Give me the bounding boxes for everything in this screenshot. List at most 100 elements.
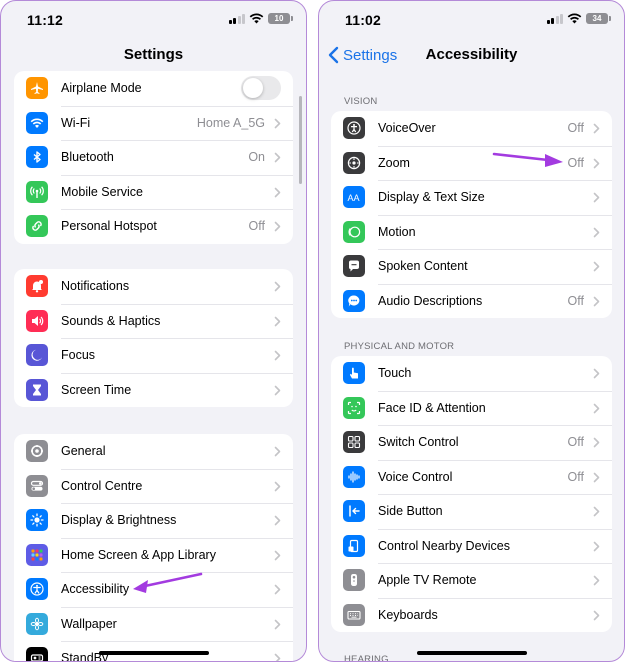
row-label: Airplane Mode — [61, 81, 142, 96]
row-label: Keyboards — [378, 607, 438, 622]
row-focus[interactable]: Focus — [14, 338, 293, 373]
row-display-and-brightness[interactable]: Display & Brightness — [14, 503, 293, 538]
chevron-right-icon — [593, 227, 600, 237]
row-label: Control Nearby Devices — [378, 538, 510, 553]
accessibility-screen: 11:02 34 Settings Accessibility VISION V… — [318, 0, 625, 662]
row-wallpaper[interactable]: Wallpaper — [14, 606, 293, 642]
signal-icon — [546, 13, 563, 24]
row-keyboards[interactable]: Keyboards — [331, 597, 612, 633]
page-title: Accessibility — [425, 46, 518, 63]
row-value: Off — [567, 435, 584, 450]
switch-grid-icon — [343, 431, 365, 453]
row-touch[interactable]: Touch — [331, 356, 612, 391]
row-motion[interactable]: Motion — [331, 214, 612, 250]
hourglass-icon — [26, 378, 48, 401]
home-indicator — [416, 651, 527, 655]
row-value: Off — [248, 219, 265, 234]
row-airplane-mode[interactable]: Airplane Mode — [14, 71, 293, 106]
row-switch-control[interactable]: Switch Control Off — [331, 425, 612, 460]
settings-group-notifications: Notifications Sounds & Haptics Focus Screen… — [14, 269, 293, 407]
row-label: Face ID & Attention — [378, 400, 486, 415]
row-home-screen-and-app-library[interactable]: Home Screen & App Library — [14, 537, 293, 573]
row-label: Home Screen & App Library — [61, 547, 216, 562]
chevron-right-icon — [274, 481, 281, 491]
wifi-icon — [26, 111, 48, 134]
chevron-right-icon — [274, 350, 281, 361]
row-apple-tv-remote[interactable]: Apple TV Remote — [331, 563, 612, 598]
page-title: Settings — [123, 46, 184, 63]
grid-icon — [26, 543, 48, 566]
wifi-status-icon — [567, 13, 582, 24]
side-button-icon — [343, 500, 365, 522]
row-value: Off — [567, 293, 584, 308]
battery-icon: 34 — [586, 13, 611, 24]
status-bar: 11:12 10 — [1, 1, 306, 41]
row-face-id-and-attention[interactable]: Face ID & Attention — [331, 390, 612, 426]
section-header-hearing: HEARING — [344, 654, 389, 662]
row-label: General — [61, 444, 106, 459]
chevron-right-icon — [274, 118, 281, 128]
nearby-devices-icon — [343, 534, 365, 557]
antenna-icon — [26, 180, 48, 203]
keyboard-icon — [343, 603, 365, 626]
airplane-mode-toggle[interactable] — [241, 76, 281, 100]
row-wi-fi[interactable]: Wi-Fi Home A_5G — [14, 105, 293, 141]
remote-icon — [343, 569, 365, 591]
chevron-right-icon — [274, 221, 281, 232]
chevron-right-icon — [274, 515, 281, 526]
row-label: Bluetooth — [61, 150, 114, 165]
row-label: Apple TV Remote — [378, 573, 477, 588]
row-personal-hotspot[interactable]: Personal Hotspot Off — [14, 209, 293, 244]
chevron-right-icon — [593, 403, 600, 413]
row-label: Voice Control — [378, 469, 453, 484]
row-label: Sounds & Haptics — [61, 313, 161, 328]
chevron-right-icon — [274, 550, 281, 560]
row-side-button[interactable]: Side Button — [331, 494, 612, 529]
chevron-right-icon — [593, 575, 600, 586]
chevron-right-icon — [593, 123, 600, 134]
row-accessibility[interactable]: Accessibility — [14, 572, 293, 607]
row-label: Side Button — [378, 504, 443, 519]
settings-group-general: General Control Centre Display & Brightnes… — [14, 434, 293, 661]
row-label: Motion — [378, 224, 416, 239]
row-notifications[interactable]: Notifications — [14, 269, 293, 304]
row-mobile-service[interactable]: Mobile Service — [14, 174, 293, 210]
row-control-nearby-devices[interactable]: Control Nearby Devices — [331, 528, 612, 564]
section-header-vision: VISION — [344, 96, 378, 107]
row-label: Focus — [61, 348, 96, 363]
status-time: 11:12 — [27, 12, 64, 28]
scrollbar[interactable] — [299, 96, 302, 184]
chevron-right-icon — [593, 610, 600, 620]
row-value: On — [248, 150, 265, 165]
row-label: Wallpaper — [61, 616, 117, 631]
home-indicator — [98, 651, 209, 655]
row-control-centre[interactable]: Control Centre — [14, 468, 293, 504]
row-label: Zoom — [378, 155, 410, 170]
row-label: Notifications — [61, 279, 130, 294]
section-header-physical-motor: PHYSICAL AND MOTOR — [344, 341, 455, 352]
chevron-right-icon — [274, 316, 281, 326]
airplane-icon — [26, 77, 48, 99]
row-voice-control[interactable]: Voice Control Off — [331, 459, 612, 495]
wifi-status-icon — [249, 13, 264, 24]
row-screen-time[interactable]: Screen Time — [14, 372, 293, 408]
row-label: Spoken Content — [378, 259, 468, 274]
chevron-right-icon — [593, 506, 600, 517]
row-label: Display & Brightness — [61, 513, 177, 528]
row-value: Off — [567, 155, 584, 170]
accessibility-icon — [26, 578, 48, 600]
row-general[interactable]: General — [14, 434, 293, 469]
row-display-and-text-size[interactable]: AA Display & Text Size — [331, 180, 612, 215]
row-audio-descriptions[interactable]: Audio Descriptions Off — [331, 283, 612, 319]
row-zoom[interactable]: Zoom Off — [331, 145, 612, 181]
accessibility-group-physical-motor: Touch Face ID & Attention Switch Control Of… — [331, 356, 612, 632]
bell-icon — [26, 275, 48, 297]
row-sounds-and-haptics[interactable]: Sounds & Haptics — [14, 303, 293, 339]
chevron-right-icon — [274, 385, 281, 395]
row-value: Off — [567, 469, 584, 484]
text-size-icon: AA — [343, 186, 365, 208]
row-voiceover[interactable]: VoiceOver Off — [331, 111, 612, 146]
row-bluetooth[interactable]: Bluetooth On — [14, 140, 293, 175]
row-spoken-content[interactable]: Spoken Content — [331, 249, 612, 284]
row-label: Mobile Service — [61, 184, 143, 199]
